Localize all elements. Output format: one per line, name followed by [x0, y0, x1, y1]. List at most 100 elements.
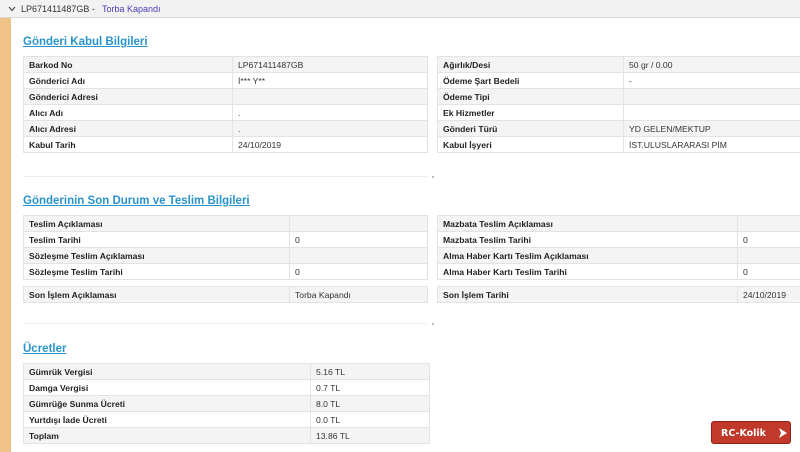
- kabul-value: 50 gr / 0.00: [623, 56, 800, 73]
- kabul-label: Gönderici Adı: [23, 72, 233, 89]
- kabul-label: Ek Hizmetler: [437, 104, 624, 121]
- table-row: Gümrük Vergisi 5.16 TL: [23, 363, 430, 380]
- watermark-logo: RC-Kolik: [711, 421, 791, 444]
- divider-dot: [432, 323, 434, 325]
- teslim-value: [737, 215, 800, 232]
- section-title-kabul[interactable]: Gönderi Kabul Bilgileri: [23, 36, 148, 48]
- fee-label: Yurtdışı İade Ücreti: [23, 411, 311, 428]
- son-islem-tarih-label: Son İşlem Tarihi: [437, 286, 738, 303]
- header-status: Torba Kapandı: [102, 4, 161, 14]
- table-row: Alma Haber Kartı Teslim Tarihi 0: [437, 263, 800, 280]
- fee-label: Gümrüğe Sunma Ücreti: [23, 395, 311, 412]
- watermark-text: RC-Kolik: [721, 428, 766, 439]
- kabul-label: Kabul Tarih: [23, 136, 233, 153]
- teslim-label: Mazbata Teslim Tarihi: [437, 231, 738, 248]
- fee-value: 0.0 TL: [310, 411, 430, 428]
- table-row: Kabul İşyeri İST.ULUSLARARASI PİM: [437, 136, 800, 153]
- fee-label: Damga Vergisi: [23, 379, 311, 396]
- kabul-value: 24/10/2019: [232, 136, 428, 153]
- son-islem-aciklama-label: Son İşlem Açıklaması: [23, 286, 290, 303]
- kabul-label: Ödeme Şart Bedeli: [437, 72, 624, 89]
- table-row: Kabul Tarih 24/10/2019: [23, 136, 428, 153]
- divider: [23, 176, 427, 177]
- table-row: Yurtdışı İade Ücreti 0.0 TL: [23, 411, 430, 428]
- table-row: Alma Haber Kartı Teslim Açıklaması: [437, 247, 800, 264]
- fee-value: 0.7 TL: [310, 379, 430, 396]
- teslim-label: Mazbata Teslim Açıklaması: [437, 215, 738, 232]
- son-islem-tarih-value: 24/10/2019: [737, 286, 800, 303]
- kabul-label: Ödeme Tipi: [437, 88, 624, 105]
- kabul-value: .: [232, 120, 428, 137]
- fee-value: 13.86 TL: [310, 427, 430, 444]
- table-row: Toplam 13.86 TL: [23, 427, 430, 444]
- kabul-label: Ağırlık/Desi: [437, 56, 624, 73]
- kabul-table-left: Barkod No LP671411487GB Gönderici Adı İ***…: [23, 56, 428, 153]
- table-row: Son İşlem Tarihi 24/10/2019: [437, 286, 800, 303]
- teslim-label: Sözleşme Teslim Tarihi: [23, 263, 290, 280]
- table-row: Alıcı Adresi.: [23, 120, 428, 137]
- kabul-table-right: Ağırlık/Desi 50 gr / 0.00 Ödeme Şart Bede…: [437, 56, 800, 153]
- table-row: Barkod No LP671411487GB: [23, 56, 428, 73]
- table-row: Son İşlem Açıklaması Torba Kapandı: [23, 286, 428, 303]
- son-islem-right-table: Son İşlem Tarihi 24/10/2019: [437, 286, 800, 303]
- ucretler-table: Gümrük Vergisi 5.16 TL Damga Vergisi 0.7 T…: [23, 363, 430, 444]
- table-row: Ek Hizmetler: [437, 104, 800, 121]
- table-row: Mazbata Teslim Tarihi 0: [437, 231, 800, 248]
- fee-label: Toplam: [23, 427, 311, 444]
- kabul-value: [623, 104, 800, 121]
- son-islem-left-table: Son İşlem Açıklaması Torba Kapandı: [23, 286, 428, 303]
- teslim-table-left: Teslim Açıklaması Teslim Tarihi 0 Sözleşm…: [23, 215, 428, 280]
- kabul-value: [232, 88, 428, 105]
- teslim-label: Teslim Açıklaması: [23, 215, 290, 232]
- teslim-label: Sözleşme Teslim Açıklaması: [23, 247, 290, 264]
- table-row: Teslim Açıklaması: [23, 215, 428, 232]
- table-row: Ödeme Şart Bedeli -: [437, 72, 800, 89]
- divider-dot: [432, 176, 434, 178]
- chevron-down-icon[interactable]: [7, 4, 17, 14]
- table-row: Ödeme Tipi: [437, 88, 800, 105]
- table-row: Ağırlık/Desi 50 gr / 0.00: [437, 56, 800, 73]
- fee-value: 5.16 TL: [310, 363, 430, 380]
- kabul-value: İST.ULUSLARARASI PİM: [623, 136, 800, 153]
- kabul-value: LP671411487GB: [232, 56, 428, 73]
- table-row: Sözleşme Teslim Açıklaması: [23, 247, 428, 264]
- teslim-value: 0: [289, 231, 428, 248]
- teslim-table-right: Mazbata Teslim Açıklaması Mazbata Teslim…: [437, 215, 800, 280]
- table-row: Gönderi Türü YD GELEN/MEKTUP: [437, 120, 800, 137]
- table-row: Sözleşme Teslim Tarihi 0: [23, 263, 428, 280]
- accent-bar: [0, 18, 11, 452]
- table-row: Damga Vergisi 0.7 TL: [23, 379, 430, 396]
- header-barcode: LP671411487GB -: [21, 4, 95, 14]
- teslim-label: Alma Haber Kartı Teslim Açıklaması: [437, 247, 738, 264]
- table-row: Alıcı Adı.: [23, 104, 428, 121]
- teslim-value: 0: [737, 263, 800, 280]
- kabul-label: Gönderici Adresi: [23, 88, 233, 105]
- kabul-label: Gönderi Türü: [437, 120, 624, 137]
- kabul-label: Alıcı Adresi: [23, 120, 233, 137]
- kabul-value: -: [623, 72, 800, 89]
- teslim-value: [289, 247, 428, 264]
- kabul-label: Kabul İşyeri: [437, 136, 624, 153]
- teslim-value: [289, 215, 428, 232]
- shipment-header[interactable]: LP671411487GB - Torba Kapandı: [0, 0, 800, 18]
- kabul-value: YD GELEN/MEKTUP: [623, 120, 800, 137]
- kabul-value: İ*** Y**: [232, 72, 428, 89]
- teslim-value: 0: [737, 231, 800, 248]
- teslim-value: [737, 247, 800, 264]
- section-title-teslim[interactable]: Gönderinin Son Durum ve Teslim Bilgileri: [23, 195, 250, 207]
- table-row: Teslim Tarihi 0: [23, 231, 428, 248]
- kabul-label: Alıcı Adı: [23, 104, 233, 121]
- table-row: Gümrüğe Sunma Ücreti 8.0 TL: [23, 395, 430, 412]
- fee-label: Gümrük Vergisi: [23, 363, 311, 380]
- kabul-value: .: [232, 104, 428, 121]
- kabul-label: Barkod No: [23, 56, 233, 73]
- kabul-value: [623, 88, 800, 105]
- son-islem-aciklama-value: Torba Kapandı: [289, 286, 428, 303]
- teslim-label: Alma Haber Kartı Teslim Tarihi: [437, 263, 738, 280]
- fee-value: 8.0 TL: [310, 395, 430, 412]
- table-row: Gönderici Adı İ*** Y**: [23, 72, 428, 89]
- table-row: Mazbata Teslim Açıklaması: [437, 215, 800, 232]
- section-title-ucretler[interactable]: Ücretler: [23, 343, 66, 355]
- divider: [23, 323, 427, 324]
- table-row: Gönderici Adresi: [23, 88, 428, 105]
